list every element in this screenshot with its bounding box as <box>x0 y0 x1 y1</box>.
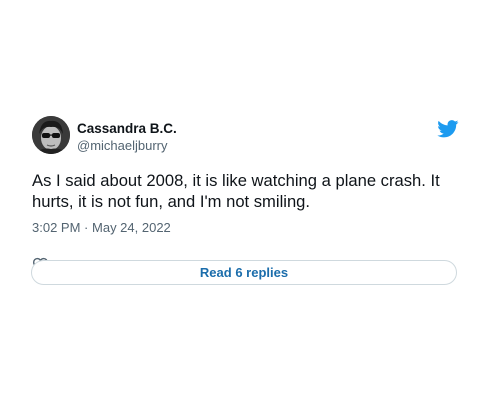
read-replies-label: Read 6 replies <box>199 265 289 280</box>
tweet-embed-page: Cassandra B.C. @michaeljburry As I said … <box>0 0 490 400</box>
author-handle[interactable]: @michaeljburry <box>77 137 177 154</box>
tweet-header: Cassandra B.C. @michaeljburry <box>32 116 459 160</box>
tweet-timestamp: 3:02 PM · May 24, 2022 <box>32 220 459 236</box>
tweet-text: As I said about 2008, it is like watchin… <box>32 171 440 211</box>
read-replies-button[interactable]: Read 6 replies <box>31 260 457 285</box>
twitter-bird-icon[interactable] <box>437 120 459 138</box>
tweet-card: Cassandra B.C. @michaeljburry As I said … <box>32 116 459 274</box>
avatar-photo <box>32 116 70 154</box>
author-names: Cassandra B.C. @michaeljburry <box>77 120 177 154</box>
timestamp-separator: · <box>84 220 89 235</box>
avatar[interactable] <box>32 116 70 154</box>
tweet-time[interactable]: 3:02 PM <box>32 220 80 235</box>
author-display-name[interactable]: Cassandra B.C. <box>77 120 177 137</box>
tweet-date[interactable]: May 24, 2022 <box>92 220 171 235</box>
